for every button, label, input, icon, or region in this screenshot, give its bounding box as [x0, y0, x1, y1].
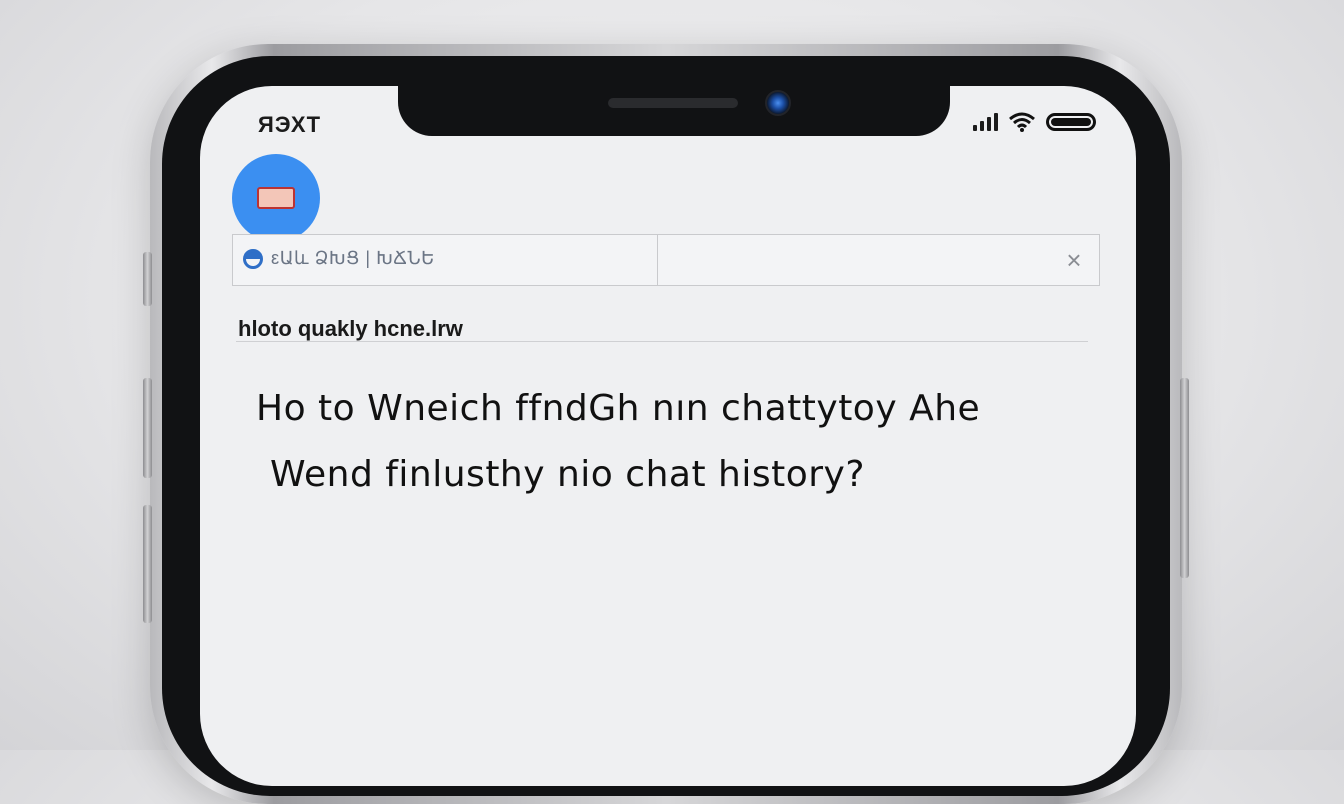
side-button-volume-down: [143, 505, 152, 623]
search-text: ԑԱև ՁԽՑ | ԽՃՆԵ: [271, 248, 435, 268]
search-bar[interactable]: ԑԱև ՁԽՑ | ԽՃՆԵ ×: [232, 234, 1100, 286]
wifi-icon: [1009, 112, 1035, 132]
divider: [236, 341, 1088, 342]
question-text: Ho to Wneich ffndGh nın chattytoy Ahe We…: [256, 376, 1096, 508]
status-icons: [973, 112, 1096, 132]
search-divider: [657, 235, 658, 285]
phone-screen: ЯЭХТ ԑԱև ՁԽՑ | ԽՃՆԵ × hloto quakly hcne.…: [200, 86, 1136, 786]
search-field-content: ԑԱև ՁԽՑ | ԽՃՆԵ: [243, 248, 435, 269]
earpiece-speaker: [608, 98, 738, 108]
avatar[interactable]: [232, 154, 320, 242]
avatar-icon: [257, 187, 295, 209]
subheading: hloto quakly hcne.lrw: [238, 316, 463, 341]
question-line-2: Wend finlusthy nio chat history?: [270, 454, 865, 495]
front-camera-icon: [765, 90, 791, 116]
side-button-volume-up: [143, 378, 152, 478]
search-icon: [243, 248, 263, 269]
side-button-mute: [143, 252, 152, 306]
notch: [398, 86, 950, 136]
signal-icon: [973, 113, 998, 131]
battery-icon: [1046, 113, 1096, 131]
status-time: ЯЭХТ: [258, 112, 322, 137]
close-icon[interactable]: ×: [1063, 247, 1085, 273]
side-button-power: [1180, 378, 1189, 578]
question-line-1: Ho to Wneich ffndGh nın chattytoy Ahe: [256, 388, 981, 429]
